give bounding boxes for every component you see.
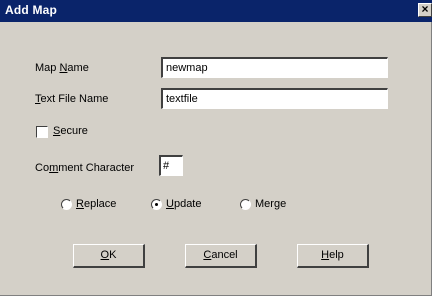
close-icon: × [421, 2, 429, 16]
map-name-label: Map Name [35, 62, 89, 74]
update-label: Update [166, 198, 202, 210]
title-bar[interactable]: Add Map × [0, 0, 432, 22]
cancel-button[interactable]: Cancel [185, 244, 257, 268]
radio-selected-dot [155, 203, 158, 206]
window-title: Add Map [5, 3, 58, 17]
text-file-name-label: Text File Name [35, 93, 109, 105]
ok-button[interactable]: OK [73, 244, 145, 268]
replace-radio[interactable] [61, 199, 72, 210]
merge-radio[interactable] [240, 199, 251, 210]
comment-character-input[interactable] [159, 155, 183, 176]
comment-character-label: Comment Character [35, 162, 135, 174]
text-file-name-input[interactable] [161, 88, 388, 109]
add-map-dialog: Add Map × Map Name Text File Name Secure… [0, 0, 432, 296]
map-name-input[interactable] [161, 57, 388, 78]
help-button[interactable]: Help [297, 244, 369, 268]
merge-label: Merge [255, 198, 287, 210]
secure-label: Secure [53, 125, 88, 137]
replace-label: Replace [76, 198, 117, 210]
secure-checkbox[interactable] [36, 126, 48, 138]
update-radio[interactable] [151, 199, 162, 210]
close-button[interactable]: × [418, 3, 432, 17]
